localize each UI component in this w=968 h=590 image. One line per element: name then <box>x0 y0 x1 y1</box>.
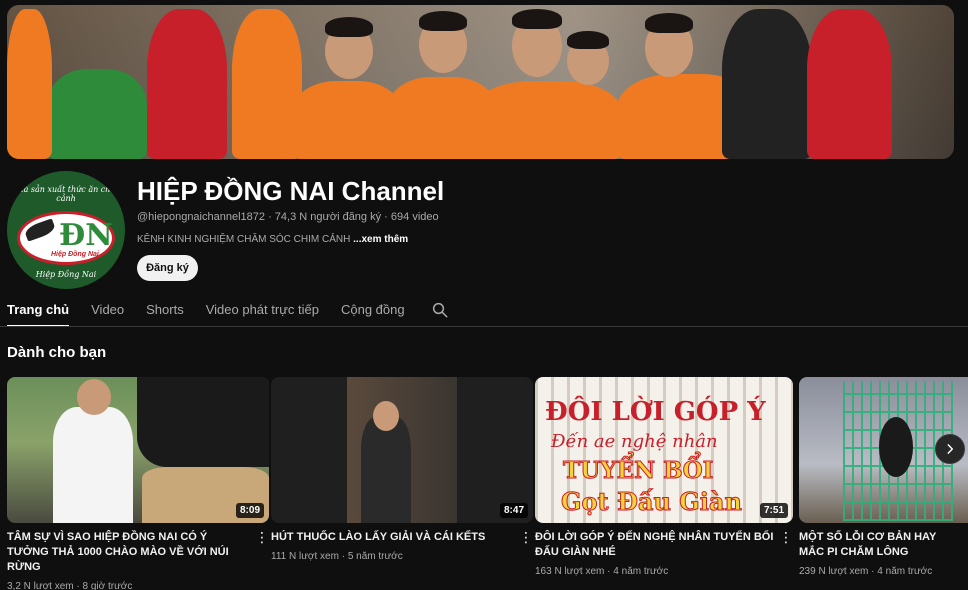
avatar-monogram: ĐN <box>59 218 113 253</box>
channel-banner <box>7 5 954 159</box>
banner-person <box>147 9 227 159</box>
meta-separator: · <box>268 211 272 223</box>
banner-hair <box>419 11 467 31</box>
tabs-divider <box>0 326 968 327</box>
thumb-text-line: TUYỂN BỔI <box>562 457 714 485</box>
chevron-right-icon <box>947 444 954 454</box>
avatar-logo-name: Hiệp Đồng Nai <box>51 251 99 258</box>
channel-name: HIỆP ĐỒNG NAI Channel <box>137 176 445 206</box>
video-card[interactable]: MỘT SỐ LỖI CƠ BẢN HAY MẮC PI CHĂM LÔNG 2… <box>799 377 968 577</box>
subscriber-count: 74,3 N người đăng ký <box>274 211 382 223</box>
view-count: 3,2 N lượt xem <box>7 581 74 590</box>
video-thumbnail[interactable]: 8:09 <box>7 377 269 523</box>
video-duration: 8:09 <box>235 503 264 518</box>
banner-person <box>472 81 622 159</box>
tab-community[interactable]: Cộng đồng <box>341 298 405 327</box>
more-vert-icon[interactable]: ⋮ <box>255 530 269 544</box>
thumb-face <box>77 379 111 415</box>
subscribe-button[interactable]: Đăng ký <box>137 255 198 281</box>
thumb-person <box>361 417 411 523</box>
video-card[interactable]: 8:09 TÂM SỰ VÌ SAO HIỆP ĐỒNG NAI CÓ Ý TƯ… <box>7 377 269 590</box>
more-vert-icon[interactable]: ⋮ <box>519 530 533 544</box>
video-thumbnail[interactable]: ĐÔI LỜI GÓP Ý Đến ae nghệ nhân TUYỂN BỔI… <box>535 377 793 523</box>
upload-age: 5 năm trước <box>347 551 403 562</box>
video-meta: 111 N lượt xem · 5 năm trước <box>271 551 533 562</box>
more-vert-icon[interactable]: ⋮ <box>779 530 793 544</box>
banner-hair <box>325 17 373 37</box>
video-title[interactable]: HÚT THUỐC LÀO LẤY GIẢI VÀ CÁI KẾTS <box>271 530 533 545</box>
video-meta: 239 N lượt xem · 4 năm trước <box>799 566 968 577</box>
banner-person <box>292 81 402 159</box>
video-count: 694 video <box>390 211 439 223</box>
banner-hair <box>645 13 693 33</box>
video-title[interactable]: MỘT SỐ LỖI CƠ BẢN HAY MẮC PI CHĂM LÔNG <box>799 530 968 560</box>
carousel-next-button[interactable] <box>935 434 965 464</box>
video-meta: 3,2 N lượt xem · 8 giờ trước <box>7 581 269 590</box>
channel-handle: @hiepongnaichannel1872 <box>137 211 265 223</box>
thumb-bird <box>879 417 913 477</box>
banner-person <box>47 69 147 159</box>
channel-tabs: Trang chủ Video Shorts Video phát trực t… <box>7 298 449 327</box>
upload-age: 8 giờ trước <box>82 581 133 590</box>
channel-description[interactable]: KÊNH KINH NGHIỆM CHĂM SÓC CHIM CẢNH ...x… <box>137 234 408 245</box>
view-count: 111 N lượt xem <box>271 551 339 562</box>
tab-videos[interactable]: Video <box>91 298 124 327</box>
banner-person <box>7 9 52 159</box>
meta-separator: · <box>607 566 611 577</box>
meta-separator: · <box>76 581 80 590</box>
video-title[interactable]: TÂM SỰ VÌ SAO HIỆP ĐỒNG NAI CÓ Ý TƯỞNG T… <box>7 530 269 575</box>
video-title[interactable]: ĐÔI LỜI GÓP Ý ĐẾN NGHỆ NHÂN TUYỂN BỔI ĐẤ… <box>535 530 793 560</box>
meta-separator: · <box>384 211 388 223</box>
video-duration: 8:47 <box>499 503 528 518</box>
thumb-person <box>53 407 133 523</box>
thumb-face <box>373 401 399 431</box>
channel-avatar[interactable]: Nhà sản xuất thức ăn chim cảnh ĐN Hiệp Đ… <box>7 171 125 289</box>
tab-live[interactable]: Video phát trực tiếp <box>206 298 319 327</box>
tab-shorts[interactable]: Shorts <box>146 298 184 327</box>
video-meta: 163 N lượt xem · 4 năm trước <box>535 566 793 577</box>
search-icon[interactable] <box>431 301 449 319</box>
view-count: 163 N lượt xem <box>535 566 605 577</box>
banner-hair <box>512 9 562 29</box>
tab-home[interactable]: Trang chủ <box>7 298 70 327</box>
description-text: KÊNH KINH NGHIỆM CHĂM SÓC CHIM CẢNH <box>137 234 351 245</box>
banner-person <box>722 9 812 159</box>
channel-meta: @hiepongnaichannel1872 · 74,3 N người đă… <box>137 211 439 223</box>
avatar-text-top: Nhà sản xuất thức ăn chim cảnh <box>11 185 121 203</box>
thumb-text-line: Đến ae nghệ nhân <box>551 431 718 452</box>
thumb-text-line: Gọt Đấu Giàn <box>561 487 743 517</box>
thumb-car <box>137 377 269 467</box>
meta-separator: · <box>871 566 875 577</box>
avatar-text-bottom: Hiệp Đồng Nai <box>35 270 97 279</box>
upload-age: 4 năm trước <box>613 566 669 577</box>
section-title: Dành cho bạn <box>7 344 107 361</box>
thumb-text-line: ĐÔI LỜI GÓP Ý <box>545 397 766 427</box>
video-duration: 7:51 <box>759 503 788 518</box>
banner-person <box>807 9 892 159</box>
video-thumbnail[interactable]: 8:47 <box>271 377 533 523</box>
meta-separator: · <box>341 551 346 562</box>
video-card[interactable]: ĐÔI LỜI GÓP Ý Đến ae nghệ nhân TUYỂN BỔI… <box>535 377 793 577</box>
banner-hair <box>567 31 609 49</box>
more-link[interactable]: ...xem thêm <box>353 234 408 245</box>
view-count: 239 N lượt xem <box>799 566 869 577</box>
upload-age: 4 năm trước <box>877 566 933 577</box>
video-card[interactable]: 8:47 HÚT THUỐC LÀO LẤY GIẢI VÀ CÁI KẾTS … <box>271 377 533 562</box>
